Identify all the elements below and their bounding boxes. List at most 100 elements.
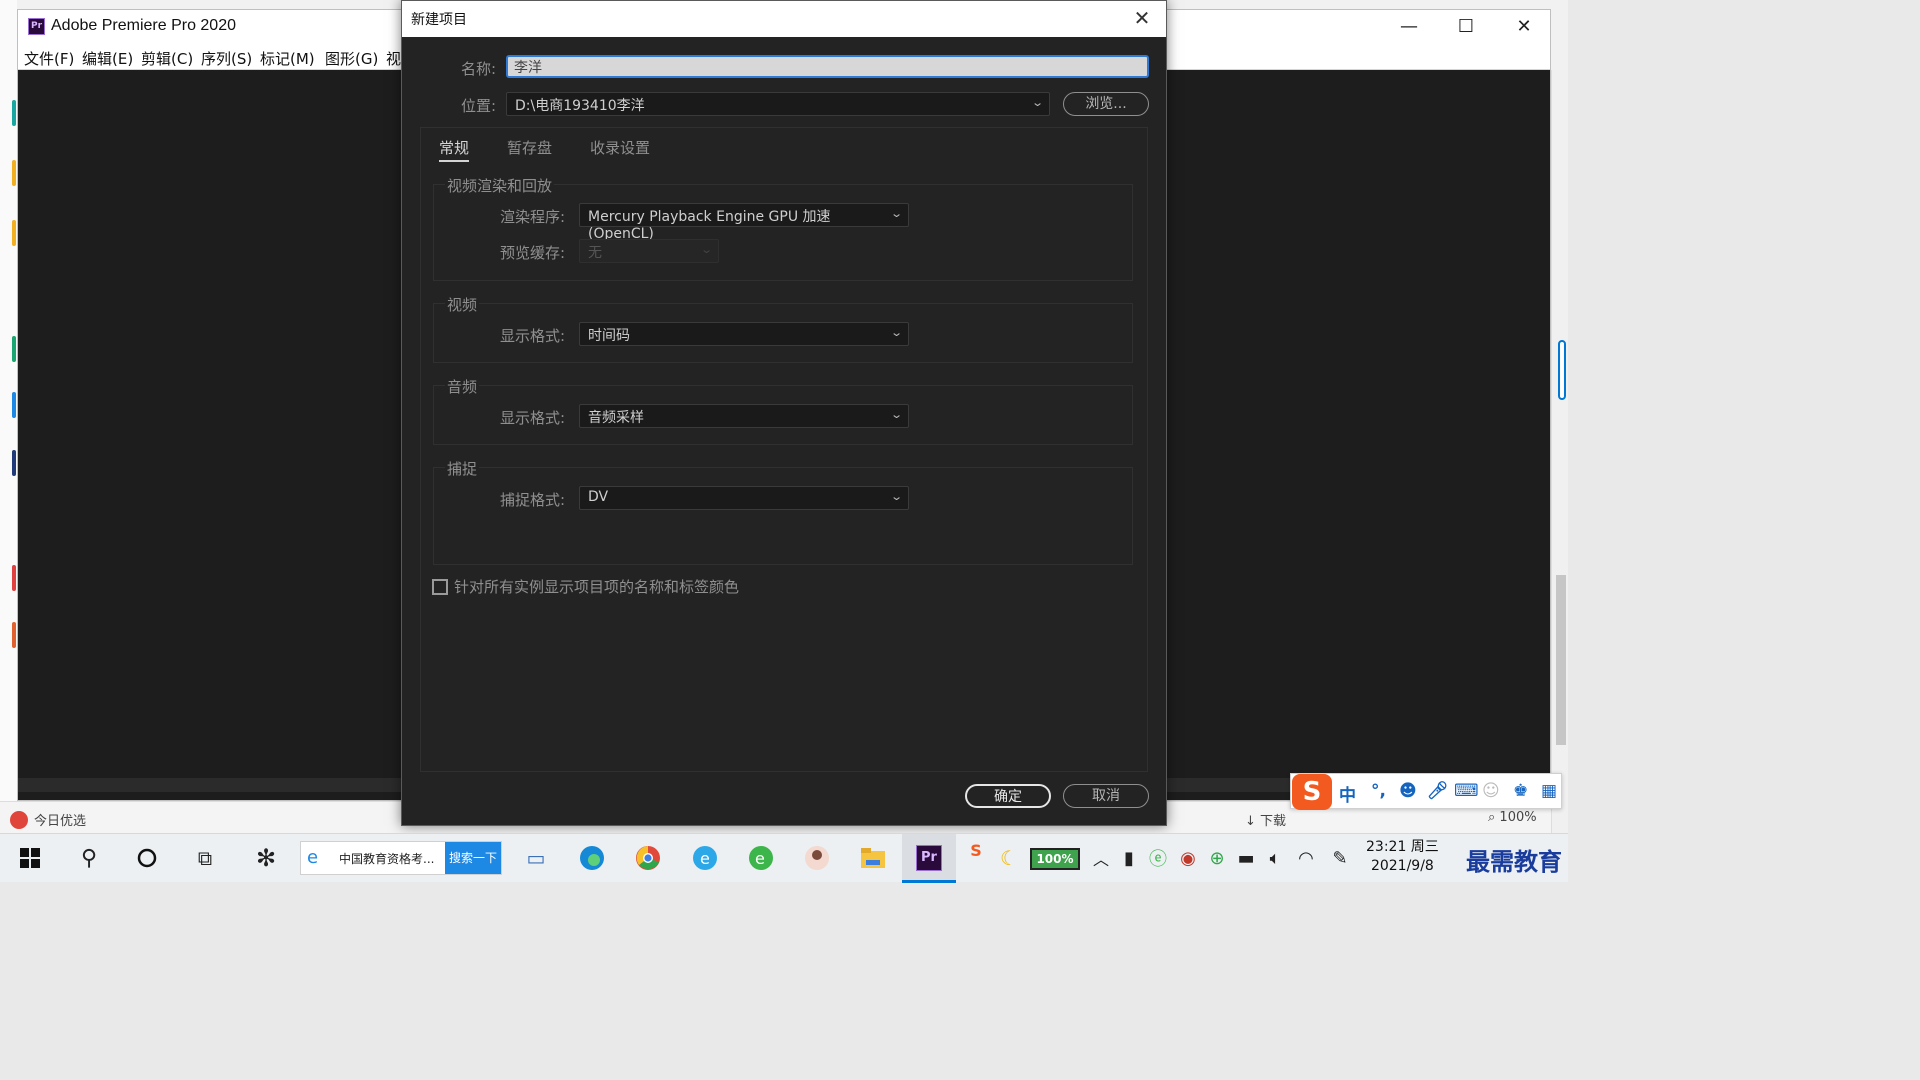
render-playback-group: 视频渲染和回放 渲染程序: Mercury Playback Engine GP… <box>433 175 1133 281</box>
volume-icon[interactable]: 🔈︎ <box>1261 844 1289 872</box>
menu-edit[interactable]: 编辑(E) <box>82 48 133 69</box>
browser-tray-icon[interactable]: ⓔ <box>1144 844 1172 872</box>
audio-format-dropdown[interactable]: 音频采样 ⌄ <box>579 404 909 428</box>
chevron-up-icon[interactable]: ︿ <box>1087 844 1115 872</box>
download-button[interactable]: ↓ 下载 <box>1245 810 1286 829</box>
new-project-dialog: 新建项目 ✕ 名称: 位置: D:\电商193410李洋 ⌄ 浏览... 常规 … <box>401 0 1167 826</box>
chevron-down-icon: ⌄ <box>889 490 903 503</box>
close-button[interactable]: ✕ <box>1495 12 1553 42</box>
file-explorer-icon[interactable] <box>859 844 887 872</box>
download-label: 下载 <box>1260 814 1287 829</box>
premiere-taskbar-button[interactable]: Pr <box>902 834 956 883</box>
microphone-tray-icon[interactable]: ▮ <box>1115 844 1143 872</box>
emoji-icon[interactable]: ☻ <box>1399 781 1417 801</box>
tab-scratch-disks[interactable]: 暂存盘 <box>507 137 552 158</box>
preview-cache-label: 预览缓存: <box>500 244 566 262</box>
menu-markers[interactable]: 标记(M) <box>260 48 315 69</box>
zoom-level[interactable]: ⌕ 100% <box>1488 810 1537 825</box>
show-names-checkbox-row[interactable]: 针对所有实例显示项目项的名称和标签颜色 <box>432 576 739 597</box>
group-title-capture: 捕捉 <box>445 458 480 479</box>
menu-view[interactable]: 视 <box>386 48 401 69</box>
project-name-input[interactable] <box>506 55 1149 78</box>
qq-icon[interactable]: ◉ <box>1174 844 1202 872</box>
premiere-app-icon: Pr <box>28 18 45 35</box>
power-icon[interactable]: ▬ <box>1232 844 1260 872</box>
today-pick-link[interactable]: 今日优选 <box>10 810 86 829</box>
cancel-button[interactable]: 取消 <box>1063 784 1149 808</box>
zoom-icon: ⌕ <box>1488 810 1500 825</box>
video-format-value: 时间码 <box>588 328 630 344</box>
tab-ingest-settings[interactable]: 收录设置 <box>590 137 650 158</box>
wifi-icon[interactable]: ◠ <box>1292 844 1320 872</box>
ime-toolbar: S 中 °, ☻ 🎤︎ ⌨ ☺ ♚ ▦ <box>1290 773 1562 810</box>
group-title-audio: 音频 <box>445 376 480 397</box>
ok-button[interactable]: 确定 <box>965 784 1051 808</box>
task-view-icon[interactable]: ⧉ <box>191 844 219 872</box>
taskbar-search-box[interactable]: e 中国教育资格考... 搜索一下 <box>300 841 502 875</box>
svg-text:e: e <box>755 849 765 868</box>
menu-clip[interactable]: 剪辑(C) <box>141 48 193 69</box>
menu-sequence[interactable]: 序列(S) <box>201 48 252 69</box>
capture-format-dropdown[interactable]: DV ⌄ <box>579 486 909 510</box>
video-format-dropdown[interactable]: 时间码 ⌄ <box>579 322 909 346</box>
microphone-icon[interactable]: 🎤︎ <box>1427 781 1449 801</box>
heart-icon <box>10 810 28 829</box>
app-swirl-icon[interactable]: ✻ <box>252 844 280 872</box>
preview-cache-dropdown: 无 ⌄ <box>579 239 719 263</box>
minimize-button[interactable]: — <box>1380 12 1438 42</box>
page-scrollbar[interactable] <box>1551 70 1568 833</box>
scroll-thumb[interactable] <box>1556 575 1566 745</box>
keyboard-icon[interactable]: ⌨ <box>1454 781 1479 801</box>
browser-e-logo-icon: e <box>693 846 717 870</box>
strip-marker <box>12 450 16 476</box>
group-title-render: 视频渲染和回放 <box>445 175 555 196</box>
pen-icon[interactable]: ✎ <box>1326 844 1354 872</box>
show-names-checkbox-label: 针对所有实例显示项目项的名称和标签颜色 <box>454 578 740 596</box>
browse-button[interactable]: 浏览... <box>1063 92 1149 116</box>
green-browser-icon[interactable]: e <box>747 844 775 872</box>
ime-language-toggle[interactable]: 中 <box>1339 781 1356 806</box>
toolbox-icon[interactable]: ▦ <box>1541 781 1557 801</box>
name-label: 名称: <box>461 60 497 78</box>
menu-graphics[interactable]: 图形(G) <box>325 48 378 69</box>
tab-general[interactable]: 常规 <box>439 137 470 162</box>
audio-group: 音频 显示格式: 音频采样 ⌄ <box>433 376 1133 445</box>
renderer-dropdown[interactable]: Mercury Playback Engine GPU 加速 (OpenCL) … <box>579 203 909 242</box>
maximize-button[interactable]: ☐ <box>1437 12 1495 42</box>
chevron-down-icon: ⌄ <box>1030 96 1044 109</box>
strip-marker <box>12 392 16 418</box>
taskbar-clock[interactable]: 23:21 周三 2021/9/8 <box>1366 838 1439 876</box>
search-query-text: 中国教育资格考... <box>339 851 435 866</box>
search-go-button[interactable]: 搜索一下 <box>445 842 501 874</box>
cortana-icon[interactable] <box>133 844 161 872</box>
start-button[interactable] <box>16 844 44 872</box>
shield-icon[interactable]: ⊕ <box>1203 844 1231 872</box>
computer-icon[interactable]: ▭ <box>522 844 550 872</box>
moon-icon[interactable]: ☾ <box>995 844 1023 872</box>
chrome-icon[interactable] <box>634 844 662 872</box>
strip-marker <box>12 565 16 591</box>
location-value: D:\电商193410李洋 <box>515 98 645 114</box>
search-icon[interactable]: ⚲ <box>75 844 103 872</box>
dialog-titlebar[interactable]: 新建项目 ✕ <box>402 1 1166 37</box>
skin-icon[interactable]: ♚ <box>1513 781 1528 801</box>
dialog-title: 新建项目 <box>411 12 467 28</box>
clock-date: 2021/9/8 <box>1370 858 1434 874</box>
chevron-down-icon: ⌄ <box>889 207 903 220</box>
sogou-tray-icon[interactable]: S <box>962 836 990 864</box>
menu-file[interactable]: 文件(F) <box>24 48 74 69</box>
scroll-thumb-outline[interactable] <box>1558 340 1566 400</box>
left-strip <box>0 0 17 833</box>
ime-punctuation-toggle[interactable]: °, <box>1371 781 1386 801</box>
avatar-app-icon[interactable] <box>803 844 831 872</box>
show-names-checkbox[interactable] <box>432 578 448 595</box>
user-icon[interactable]: ☺ <box>1482 781 1500 801</box>
browser-e-icon[interactable]: e <box>691 844 719 872</box>
svg-text:e: e <box>700 849 710 868</box>
clock-time: 23:21 周三 <box>1366 839 1439 855</box>
edge-icon[interactable] <box>578 844 606 872</box>
battery-indicator[interactable]: 100% <box>1030 848 1080 870</box>
location-dropdown[interactable]: D:\电商193410李洋 ⌄ <box>506 92 1050 116</box>
dialog-close-button[interactable]: ✕ <box>1128 4 1156 32</box>
sogou-logo-icon[interactable]: S <box>1292 774 1332 810</box>
